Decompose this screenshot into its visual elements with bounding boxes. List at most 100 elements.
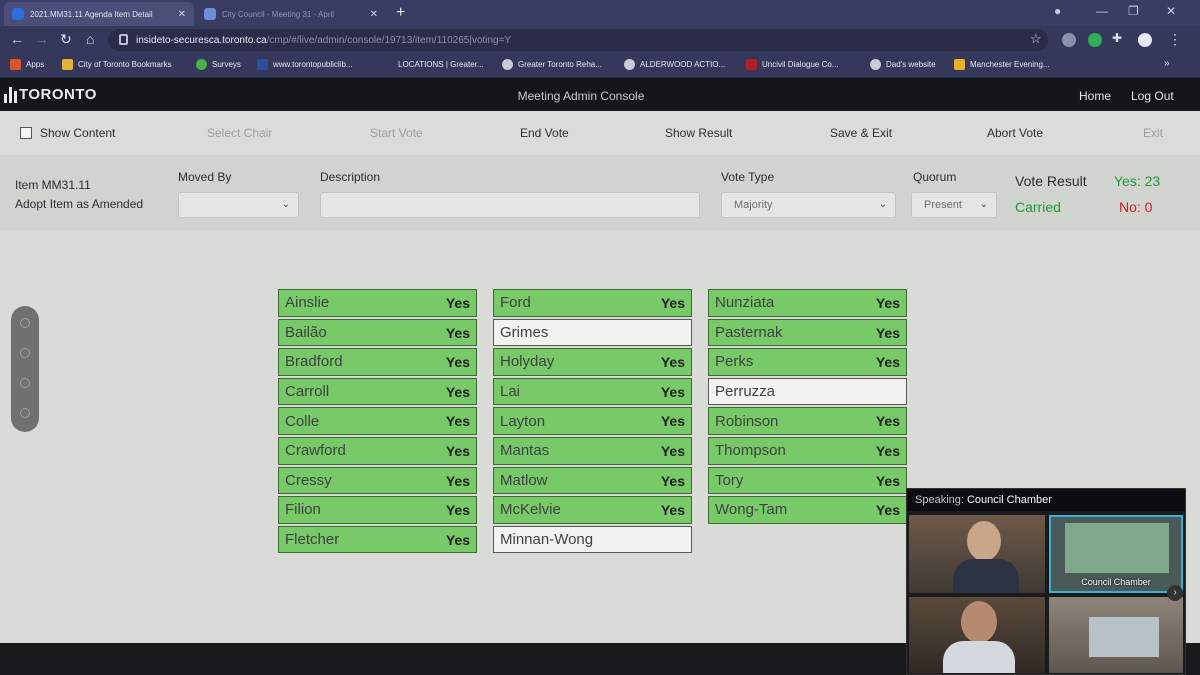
member-name: Colle [285, 412, 320, 430]
logout-link[interactable]: Log Out [1131, 89, 1174, 103]
browser-tab-agenda[interactable]: 2021.MM31.11 Agenda Item Detail ✕ [4, 2, 194, 26]
member-vote-row[interactable]: Carroll Yes [278, 377, 477, 406]
zoom-out-icon[interactable] [20, 408, 30, 418]
chevron-right-icon[interactable]: › [1167, 585, 1183, 601]
quorum-select[interactable]: Present ⌄ [911, 192, 997, 218]
surveys-icon [196, 59, 207, 70]
bookmark-locations[interactable]: LOCATIONS | Greater... [382, 59, 484, 70]
bookmark-manchester[interactable]: Manchester Evening... [954, 59, 1050, 70]
member-vote-row[interactable]: Grimes [493, 318, 692, 347]
council-chamber-video-tile[interactable]: Council Chamber [1049, 515, 1183, 593]
menu-kebab-icon[interactable]: ⋮ [1168, 31, 1182, 48]
member-vote-row[interactable]: Layton Yes [493, 407, 692, 435]
member-vote-row[interactable]: Bailão Yes [278, 318, 477, 347]
member-vote-row[interactable]: Ford Yes [493, 289, 692, 317]
moved-by-select[interactable]: ⌄ [178, 192, 299, 218]
member-vote-row[interactable]: Holyday Yes [493, 348, 692, 376]
window-close-icon[interactable]: ✕ [1166, 4, 1176, 18]
bookmark-alderwood[interactable]: ALDERWOOD ACTIO... [624, 59, 725, 70]
member-vote-row[interactable]: Robinson Yes [708, 407, 907, 435]
description-input[interactable] [320, 192, 700, 218]
home-link[interactable]: Home [1079, 89, 1111, 103]
forward-icon[interactable]: → [35, 31, 49, 47]
extensions-puzzle-icon[interactable]: ✚ [1112, 31, 1122, 45]
participant-shirt [953, 559, 1019, 593]
member-vote-row[interactable]: Mantas Yes [493, 436, 692, 465]
select-chair-button[interactable]: Select Chair [207, 126, 272, 140]
participant-video-tile-3[interactable] [1049, 597, 1183, 673]
member-name: Thompson [715, 442, 786, 460]
speaking-indicator: Speaking: Council Chamber [907, 489, 1185, 511]
bookmark-star-icon[interactable]: ☆ [1030, 31, 1042, 47]
abort-vote-button[interactable]: Abort Vote [987, 126, 1043, 140]
member-vote-row[interactable]: Tory Yes [708, 466, 907, 495]
end-vote-button[interactable]: End Vote [520, 126, 569, 140]
show-content-checkbox[interactable] [20, 127, 32, 139]
url-field[interactable]: insideto-securesca.toronto.ca /cmp/#/liv… [108, 29, 1048, 51]
participant-video-tile-2[interactable] [909, 597, 1045, 673]
member-vote: Yes [445, 324, 470, 341]
member-vote-row[interactable]: Crawford Yes [278, 436, 477, 465]
member-vote-row[interactable]: Colle Yes [278, 407, 477, 435]
member-vote: Yes [445, 413, 470, 430]
member-vote-row[interactable]: Minnan-Wong [493, 525, 692, 554]
bookmark-rehab[interactable]: Greater Toronto Reha... [502, 59, 602, 70]
member-vote-row[interactable]: Cressy Yes [278, 466, 477, 495]
pointer-icon[interactable] [20, 348, 30, 358]
member-vote-row[interactable]: Filion Yes [278, 496, 477, 524]
member-vote-row[interactable]: Lai Yes [493, 377, 692, 406]
page-title: Meeting Admin Console [517, 89, 645, 103]
participant-video-tile[interactable] [909, 515, 1045, 593]
tab-close-icon[interactable]: ✕ [178, 9, 186, 20]
minimize-icon[interactable]: — [1096, 4, 1108, 18]
maximize-icon[interactable]: ❐ [1128, 4, 1139, 18]
zoom-in-icon[interactable] [20, 378, 30, 388]
bookmark-city-of-toronto[interactable]: City of Toronto Bookmarks [62, 59, 172, 70]
home-icon[interactable]: ⌂ [86, 31, 94, 47]
vote-type-select[interactable]: Majority ⌄ [721, 192, 896, 218]
member-vote-row[interactable]: Thompson Yes [708, 436, 907, 465]
member-name: Fletcher [285, 531, 340, 549]
bookmark-uncivil[interactable]: Uncivil Dialogue Co... [746, 59, 838, 70]
member-vote-row[interactable]: Nunziata Yes [708, 289, 907, 317]
member-vote-row[interactable]: Bradford Yes [278, 348, 477, 376]
more-bookmarks-icon[interactable]: » [1164, 58, 1170, 69]
tab-close-icon[interactable]: ✕ [370, 9, 378, 20]
start-vote-button[interactable]: Start Vote [370, 126, 423, 140]
show-content-toggle[interactable]: Show Content [20, 126, 115, 140]
member-vote-row[interactable]: McKelvie Yes [493, 496, 692, 524]
member-vote: Yes [875, 442, 900, 459]
bookmark-apps[interactable]: Apps [10, 59, 44, 70]
member-vote-row[interactable]: Perruzza [708, 377, 907, 406]
browser-tab-council[interactable]: City Council - Meeting 31 - April ✕ [196, 2, 386, 26]
bookmark-tpl[interactable]: www.torontopubliclib... [257, 59, 353, 70]
browser-tab-bar: 2021.MM31.11 Agenda Item Detail ✕ City C… [0, 0, 1200, 26]
member-name: Robinson [715, 412, 779, 430]
extension-green-icon[interactable] [1088, 33, 1102, 47]
video-tile-label: Council Chamber [1081, 577, 1151, 587]
member-vote-row[interactable]: Pasternak Yes [708, 318, 907, 347]
member-vote-row[interactable]: Perks Yes [708, 348, 907, 376]
member-vote-row[interactable]: Matlow Yes [493, 466, 692, 495]
new-tab-icon[interactable]: + [396, 4, 405, 22]
profile-icon[interactable]: ● [1054, 4, 1061, 18]
member-vote-row[interactable]: Ainslie Yes [278, 289, 477, 317]
member-vote: Yes [660, 413, 685, 430]
zoom-control[interactable] [11, 306, 39, 432]
bookmark-surveys[interactable]: Surveys [196, 59, 241, 70]
account-icon[interactable] [1138, 33, 1152, 47]
exit-button[interactable]: Exit [1143, 126, 1163, 140]
save-exit-button[interactable]: Save & Exit [830, 126, 892, 140]
bookmark-dads-website[interactable]: Dad's website [870, 59, 936, 70]
back-icon[interactable]: ← [10, 31, 24, 47]
reload-icon[interactable]: ↻ [60, 31, 72, 48]
news-icon [954, 59, 965, 70]
member-vote-row[interactable]: Fletcher Yes [278, 525, 477, 554]
member-vote-row[interactable]: Wong-Tam Yes [708, 496, 907, 524]
member-name: Lai [500, 383, 521, 401]
hand-icon[interactable] [20, 318, 30, 328]
bookmarks-bar: Apps City of Toronto Bookmarks Surveys w… [0, 54, 1200, 78]
member-name: Nunziata [715, 294, 775, 312]
show-result-button[interactable]: Show Result [665, 126, 732, 140]
extension-icon[interactable] [1062, 33, 1076, 47]
